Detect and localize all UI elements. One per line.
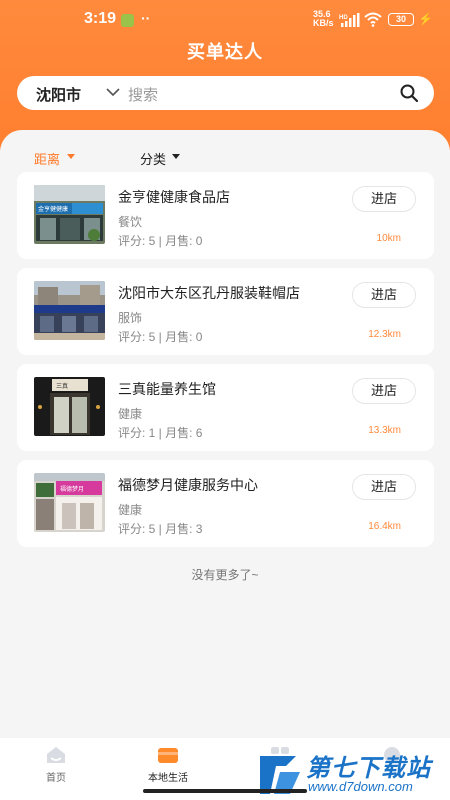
- app-title: 买单达人: [187, 42, 263, 62]
- store-stats: 评分: 5 | 月售: 0: [118, 330, 203, 344]
- filter-category[interactable]: 分类: [140, 149, 166, 168]
- caret-down-icon[interactable]: [67, 154, 75, 159]
- store-name[interactable]: 福德梦月健康服务中心: [118, 475, 258, 495]
- store-card[interactable]: 福德梦月 福德梦月健康服务中心 健康 评分: 5 | 月售: 3 进店 16.4…: [17, 460, 434, 547]
- store-distance: 13.3km: [368, 425, 401, 436]
- visit-store-button[interactable]: 进店: [352, 474, 416, 500]
- store-category: 服饰: [118, 311, 143, 325]
- app-notification-icon: [121, 14, 134, 27]
- battery-icon: 30: [388, 13, 414, 26]
- list-end-message: 没有更多了~: [191, 568, 259, 582]
- home-icon[interactable]: [45, 746, 67, 764]
- store-card[interactable]: 金亨健健康 金亨健健康食品店 餐饮 评分: 5 | 月售: 0 进店 10km: [17, 172, 434, 259]
- search-input[interactable]: 搜索: [128, 84, 158, 105]
- status-time: 3:19: [84, 10, 117, 27]
- store-stats: 评分: 1 | 月售: 6: [118, 426, 203, 440]
- tab-local-life-label[interactable]: 本地生活: [112, 769, 224, 784]
- store-card[interactable]: 三真 三真能量养生馆 健康 评分: 1 | 月售: 6 进店 13.3km: [17, 364, 434, 451]
- store-distance: 16.4km: [368, 521, 401, 532]
- chevron-down-icon[interactable]: [106, 86, 120, 98]
- store-sign-text: 三真: [56, 382, 68, 390]
- store-name[interactable]: 沈阳市大东区孔丹服装鞋帽店: [118, 283, 300, 303]
- wallet-icon[interactable]: [157, 746, 179, 764]
- signal-icon: HD: [339, 13, 360, 27]
- main-content: 距离 分类 金亨健健康 金亨健健康食品店 餐饮 评分: 5 | 月售: 0 进店…: [0, 130, 450, 750]
- store-stats: 评分: 5 | 月售: 0: [118, 234, 203, 248]
- store-category: 健康: [118, 407, 143, 421]
- store-thumbnail[interactable]: 金亨健健康: [34, 185, 105, 244]
- store-thumbnail[interactable]: [34, 281, 105, 340]
- store-thumbnail[interactable]: 三真: [34, 377, 105, 436]
- store-distance: 12.3km: [368, 329, 401, 340]
- store-card[interactable]: 沈阳市大东区孔丹服装鞋帽店 服饰 评分: 5 | 月售: 0 进店 12.3km: [17, 268, 434, 355]
- store-sign-text: 金亨健健康: [38, 205, 68, 213]
- network-speed-unit: KB/s: [313, 18, 334, 28]
- charging-icon: ⚡: [418, 12, 433, 26]
- status-more-notifications: ··: [141, 10, 151, 26]
- wifi-icon: [364, 12, 382, 27]
- visit-store-button[interactable]: 进店: [352, 186, 416, 212]
- caret-down-icon[interactable]: [172, 154, 180, 159]
- home-indicator[interactable]: [143, 789, 307, 793]
- visit-store-button[interactable]: 进店: [352, 282, 416, 308]
- hd-label: HD: [339, 15, 348, 21]
- visit-store-button[interactable]: 进店: [352, 378, 416, 404]
- filter-bar: 距离 分类: [0, 130, 450, 170]
- store-distance: 10km: [376, 233, 401, 244]
- watermark-url: www.d7down.com: [308, 779, 413, 794]
- store-stats: 评分: 5 | 月售: 3: [118, 522, 203, 536]
- status-bar: 3:19 ·· 35.6 KB/s HD 30 ⚡: [0, 0, 450, 40]
- filter-distance[interactable]: 距离: [34, 149, 60, 168]
- store-name[interactable]: 三真能量养生馆: [118, 379, 216, 399]
- watermark-title: 第七下载站: [306, 755, 431, 782]
- tab-home-label[interactable]: 首页: [0, 769, 112, 784]
- tab-home[interactable]: 首页: [0, 738, 112, 800]
- store-category: 餐饮: [118, 215, 143, 229]
- city-selector[interactable]: 沈阳市: [36, 84, 81, 105]
- search-icon[interactable]: [400, 84, 418, 102]
- store-sign-text: 福德梦月: [60, 485, 84, 493]
- battery-level: 30: [395, 14, 406, 24]
- search-bar[interactable]: 沈阳市 搜索: [17, 76, 434, 110]
- network-speed: 35.6 KB/s: [313, 10, 334, 28]
- store-category: 健康: [118, 503, 143, 517]
- store-name[interactable]: 金亨健健康食品店: [118, 187, 230, 207]
- store-thumbnail[interactable]: 福德梦月: [34, 473, 105, 532]
